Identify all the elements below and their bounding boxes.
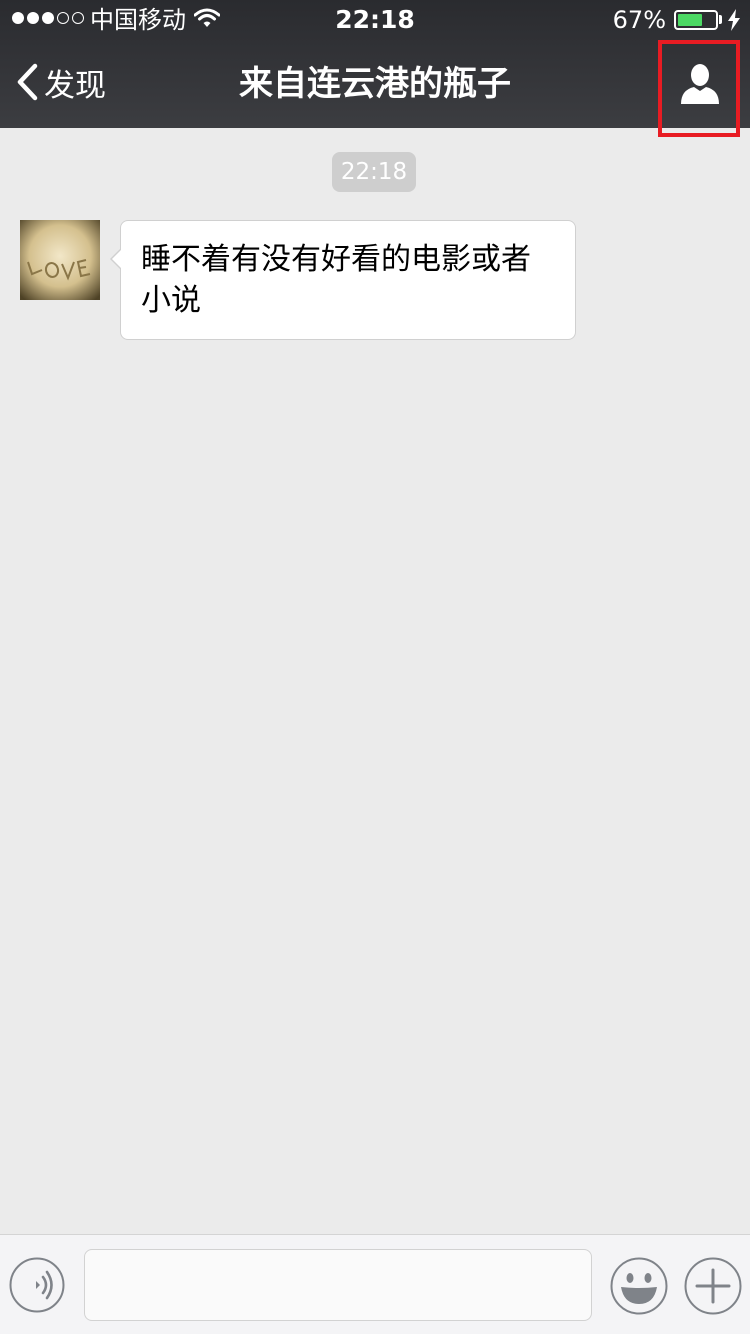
message-timestamp: 22:18 bbox=[332, 152, 416, 192]
voice-button[interactable] bbox=[9, 1257, 65, 1313]
top-bar: 中国移动 22:18 67% 发现 来自连云港的瓶子 bbox=[0, 0, 750, 128]
message-text: 睡不着有没有好看的电影或者小说 bbox=[141, 242, 531, 318]
input-bar bbox=[0, 1234, 750, 1334]
avatar[interactable] bbox=[20, 220, 100, 300]
battery-percentage: 67% bbox=[612, 6, 666, 34]
message-bubble[interactable]: 睡不着有没有好看的电影或者小说 bbox=[110, 220, 576, 340]
more-button[interactable] bbox=[684, 1257, 742, 1315]
smiley-icon bbox=[610, 1257, 668, 1315]
emoji-button[interactable] bbox=[610, 1257, 668, 1315]
person-icon bbox=[681, 64, 719, 104]
bolt-icon bbox=[728, 9, 740, 31]
sand-love-photo bbox=[20, 220, 100, 300]
battery-fill bbox=[678, 14, 702, 26]
navigation-bar: 发现 来自连云港的瓶子 bbox=[0, 40, 750, 128]
battery-cap bbox=[719, 15, 722, 24]
page-title: 来自连云港的瓶子 bbox=[239, 64, 511, 104]
status-bar: 中国移动 22:18 67% bbox=[0, 0, 750, 40]
plus-icon bbox=[684, 1257, 742, 1315]
voice-icon bbox=[9, 1257, 65, 1313]
battery-icon bbox=[674, 10, 718, 30]
message-input[interactable] bbox=[84, 1249, 592, 1321]
profile-button[interactable] bbox=[672, 60, 728, 108]
